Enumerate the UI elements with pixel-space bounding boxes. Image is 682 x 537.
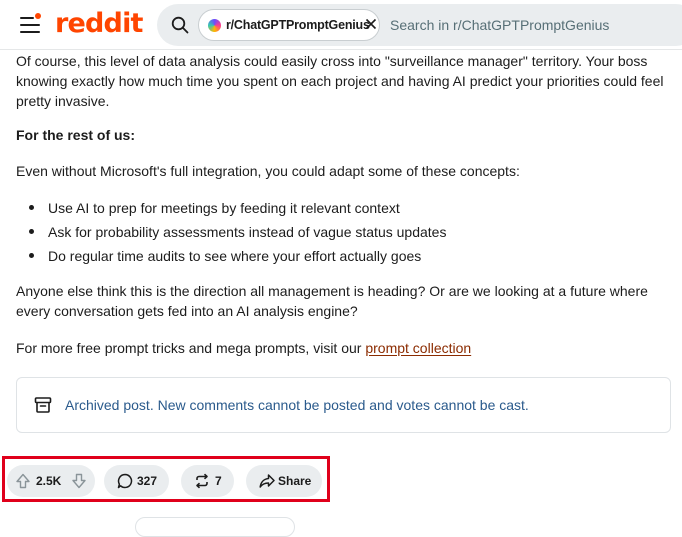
search-icon	[171, 16, 189, 34]
vote-control: 2.5K	[7, 465, 95, 497]
menu-icon[interactable]	[18, 13, 42, 37]
comment-icon	[117, 473, 133, 489]
subreddit-chip-label: r/ChatGPTPromptGenius	[226, 18, 370, 32]
archived-notice-text: Archived post. New comments cannot be po…	[65, 397, 529, 413]
archive-icon	[34, 397, 52, 413]
post-paragraph: For more free prompt tricks and mega pro…	[16, 338, 676, 358]
close-icon[interactable]	[365, 18, 377, 30]
post-text: For more free prompt tricks and mega pro…	[16, 340, 366, 356]
top-header: reddit r/ChatGPTPromptGenius Search in r…	[0, 0, 682, 50]
subreddit-search-chip[interactable]: r/ChatGPTPromptGenius	[198, 9, 380, 41]
archived-notice: Archived post. New comments cannot be po…	[16, 377, 671, 433]
crosspost-button[interactable]: 7	[181, 465, 234, 497]
post-bullet-list: Use AI to prep for meetings by feeding i…	[16, 196, 446, 268]
comments-button[interactable]: 327	[104, 465, 169, 497]
downvote-icon	[72, 473, 86, 489]
reddit-logo[interactable]: reddit	[55, 6, 143, 42]
list-item: Ask for probability assessments instead …	[16, 220, 446, 244]
share-label: Share	[278, 474, 312, 488]
upvote-icon	[16, 473, 30, 489]
post-paragraph: Of course, this level of data analysis c…	[16, 53, 664, 109]
vote-count: 2.5K	[36, 474, 62, 488]
crosspost-count: 7	[215, 474, 222, 488]
post-paragraph: Anyone else think this is the direction …	[16, 283, 648, 319]
post-paragraph: Even without Microsoft's full integratio…	[16, 163, 520, 179]
crosspost-icon	[196, 473, 208, 489]
comment-box-edge	[135, 517, 295, 537]
subreddit-avatar	[208, 19, 221, 32]
list-item: Use AI to prep for meetings by feeding i…	[16, 196, 446, 220]
comments-count: 327	[137, 474, 158, 488]
post-subheading: For the rest of us:	[16, 127, 136, 143]
upvote-button[interactable]	[9, 467, 37, 495]
list-item: Do regular time audits to see where your…	[16, 244, 446, 268]
prompt-collection-link[interactable]: prompt collection	[365, 340, 471, 356]
search-input[interactable]: Search in r/ChatGPTPromptGenius	[390, 17, 609, 33]
search-bar[interactable]: r/ChatGPTPromptGenius Search in r/ChatGP…	[157, 4, 682, 46]
share-button[interactable]: Share	[246, 465, 322, 497]
downvote-button[interactable]	[65, 467, 93, 495]
share-icon	[259, 474, 275, 488]
